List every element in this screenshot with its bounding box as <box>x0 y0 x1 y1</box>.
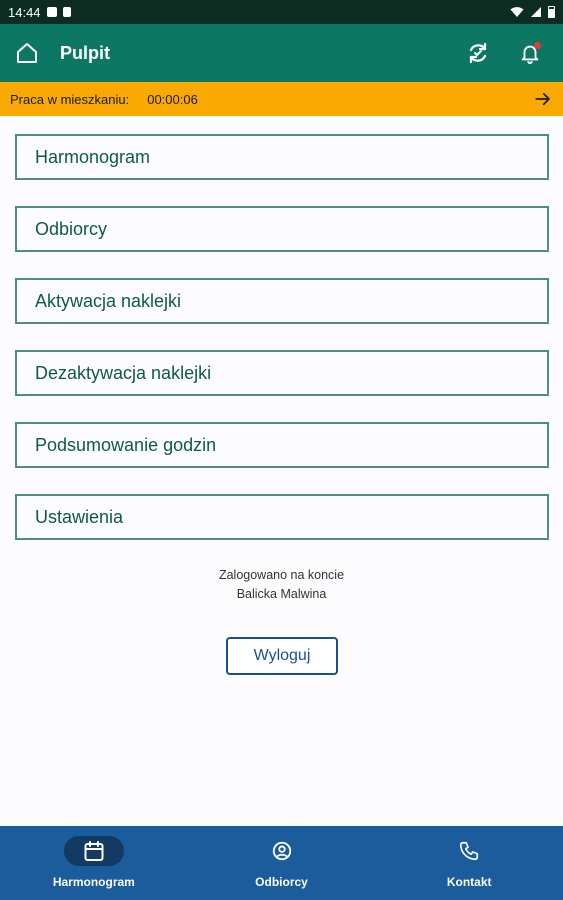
menu-item-label: Ustawienia <box>35 506 124 527</box>
gallery-notification-icon <box>46 7 57 17</box>
menu-item-dezaktywacja-naklejki[interactable]: Dezaktywacja naklejki <box>15 350 549 396</box>
status-time: 14:44 <box>8 4 41 20</box>
menu-item-odbiorcy[interactable]: Odbiorcy <box>15 206 549 252</box>
battery-icon <box>548 6 555 18</box>
bottom-nav: Harmonogram Odbiorcy Kontakt <box>0 826 563 900</box>
signal-icon <box>531 7 541 17</box>
main-menu: Harmonogram Odbiorcy Aktywacja naklejki … <box>15 134 549 566</box>
menu-item-aktywacja-naklejki[interactable]: Aktywacja naklejki <box>15 278 549 324</box>
timer-value: 00:00:06 <box>147 91 198 107</box>
home-icon[interactable] <box>14 40 40 66</box>
arrow-right-icon[interactable] <box>533 89 553 109</box>
status-left: 14:44 <box>8 5 71 20</box>
sd-card-notification-icon <box>62 7 71 17</box>
page-title: Pulpit <box>60 42 110 63</box>
work-timer-banner[interactable]: Praca w mieszkaniu: 00:00:06 <box>0 82 563 116</box>
notification-badge <box>534 42 541 49</box>
status-bar: 14:44 <box>0 0 563 24</box>
menu-item-label: Aktywacja naklejki <box>35 290 182 311</box>
timer-label: Praca w mieszkaniu: <box>10 91 130 107</box>
logged-in-user: Balicka Malwina <box>236 587 327 601</box>
logged-in-label: Zalogowano na koncie <box>218 568 345 582</box>
app-bar: Pulpit <box>0 24 563 82</box>
nav-tab-harmonogram[interactable]: Harmonogram <box>0 826 188 900</box>
menu-item-podsumowanie-godzin[interactable]: Podsumowanie godzin <box>15 422 549 468</box>
sync-icon[interactable] <box>465 40 491 66</box>
menu-item-ustawienia[interactable]: Ustawienia <box>15 494 549 540</box>
notifications-button[interactable] <box>517 40 543 66</box>
phone-icon <box>460 841 479 861</box>
nav-tab-odbiorcy[interactable]: Odbiorcy <box>188 826 376 900</box>
menu-item-label: Dezaktywacja naklejki <box>35 362 212 383</box>
menu-item-label: Odbiorcy <box>35 218 108 239</box>
nav-icon-wrap <box>252 836 312 866</box>
calendar-icon <box>84 841 104 861</box>
menu-item-harmonogram[interactable]: Harmonogram <box>15 134 549 180</box>
menu-item-label: Podsumowanie godzin <box>35 434 217 455</box>
app-actions <box>465 40 549 66</box>
nav-label: Kontakt <box>446 875 492 889</box>
logout-button[interactable]: Wyloguj <box>226 637 338 675</box>
nav-icon-wrap <box>439 836 499 866</box>
nav-active-indicator <box>63 836 124 866</box>
login-info: Zalogowano na koncie Balicka Malwina <box>0 566 563 604</box>
nav-label: Odbiorcy <box>255 875 308 889</box>
nav-label: Harmonogram <box>52 875 135 889</box>
wifi-icon <box>510 7 524 17</box>
menu-item-label: Harmonogram <box>35 146 151 167</box>
nav-tab-kontakt[interactable]: Kontakt <box>375 826 563 900</box>
status-right <box>510 6 555 18</box>
account-circle-icon <box>272 841 291 861</box>
